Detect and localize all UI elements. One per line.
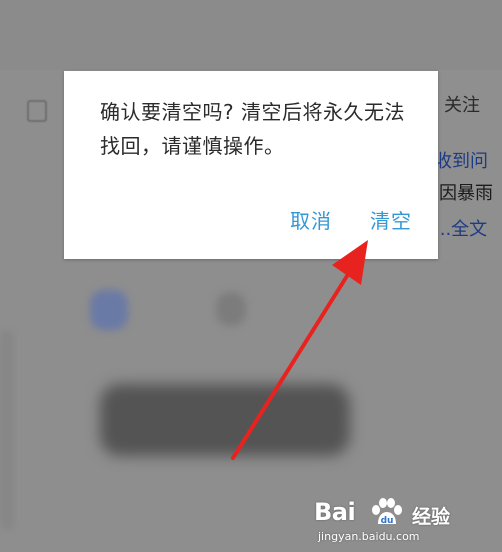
background-article-line: 因暴雨: [439, 183, 493, 204]
baidu-jingyan-watermark: Bai du 经验 jingyan.baidu.com: [312, 496, 502, 552]
dialog-message: 确认要清空吗? 清空后将永久无法找回，请谨慎操作。: [100, 100, 405, 158]
background-article-line: ...全文: [434, 219, 488, 240]
background-checkbox: [27, 100, 47, 122]
background-article-line: 收到问: [434, 151, 488, 172]
baidu-paw-icon: du: [372, 498, 402, 526]
watermark-suffix: 经验: [412, 506, 451, 528]
cancel-button[interactable]: 取消: [284, 201, 338, 241]
background-blurred-icon: [90, 290, 128, 330]
watermark-brand: Bai: [314, 498, 356, 526]
background-blurred-edge: [0, 330, 14, 530]
background-blurred-icon: [216, 292, 246, 326]
background-header-area: [0, 0, 502, 70]
confirm-clear-button[interactable]: 清空: [364, 201, 418, 241]
svg-text:du: du: [381, 516, 394, 526]
confirm-clear-dialog: 确认要清空吗? 清空后将永久无法找回，请谨慎操作。 取消 清空: [64, 71, 438, 259]
watermark-url: jingyan.baidu.com: [318, 530, 420, 543]
background-follow-label: 关注: [444, 95, 480, 116]
background-blurred-card: [100, 384, 350, 456]
